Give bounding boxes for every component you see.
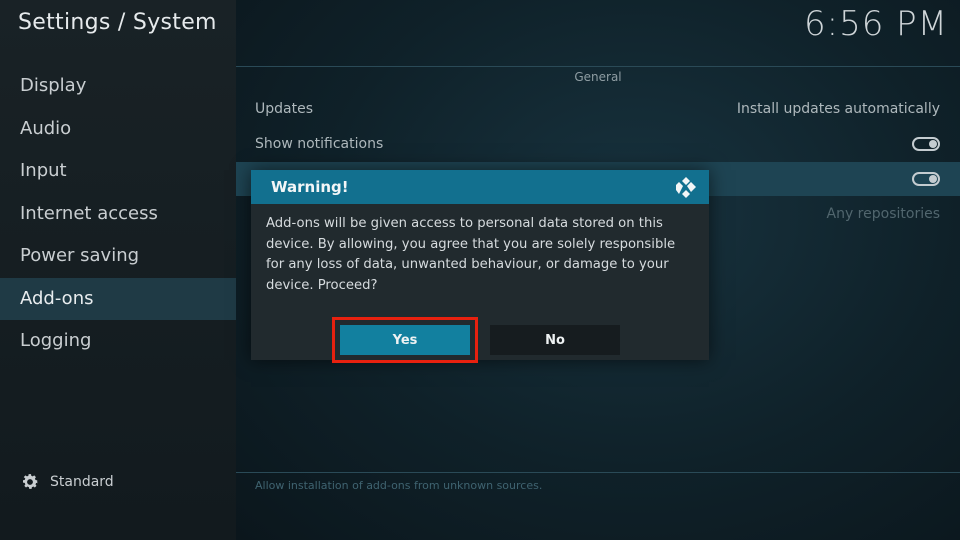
clock: 6:56 PM	[804, 4, 948, 44]
dialog-message: Add-ons will be given access to personal…	[266, 216, 676, 293]
gear-icon	[23, 474, 38, 489]
sidebar-nav: Display Audio Input Internet access Powe…	[0, 65, 236, 363]
warning-dialog: Warning! Add-ons will be given access to…	[251, 170, 709, 363]
toggle-switch[interactable]	[912, 137, 940, 151]
sidebar-item-internet-access[interactable]: Internet access	[0, 193, 236, 236]
setting-value: Any repositories	[826, 206, 941, 222]
setting-label: Updates	[255, 101, 313, 117]
divider	[236, 472, 960, 473]
setting-row-updates[interactable]: Updates Install updates automatically	[236, 92, 960, 126]
no-button[interactable]: No	[490, 325, 620, 355]
yes-button[interactable]: Yes	[332, 317, 478, 363]
settings-level-label: Standard	[50, 474, 114, 490]
sidebar-item-audio[interactable]: Audio	[0, 108, 236, 151]
settings-level-button[interactable]: Standard	[20, 472, 114, 492]
sidebar-item-input[interactable]: Input	[0, 150, 236, 193]
sidebar-item-add-ons[interactable]: Add-ons	[0, 277, 236, 320]
setting-label: Show notifications	[255, 136, 384, 152]
sidebar-item-display[interactable]: Display	[0, 65, 236, 108]
setting-value: Install updates automatically	[736, 101, 940, 117]
dialog-header: Warning!	[251, 170, 709, 204]
dialog-title: Warning!	[271, 178, 349, 196]
page-title: Settings / System	[18, 10, 217, 35]
setting-row-show-notifications[interactable]: Show notifications	[236, 127, 960, 161]
kodi-logo-icon	[676, 177, 696, 198]
sidebar-item-logging[interactable]: Logging	[0, 320, 236, 363]
section-header: General	[574, 70, 622, 84]
sidebar-item-power-saving[interactable]: Power saving	[0, 235, 236, 278]
divider	[236, 66, 960, 67]
toggle-switch[interactable]	[912, 172, 940, 186]
setting-description: Allow installation of add-ons from unkno…	[255, 479, 543, 492]
